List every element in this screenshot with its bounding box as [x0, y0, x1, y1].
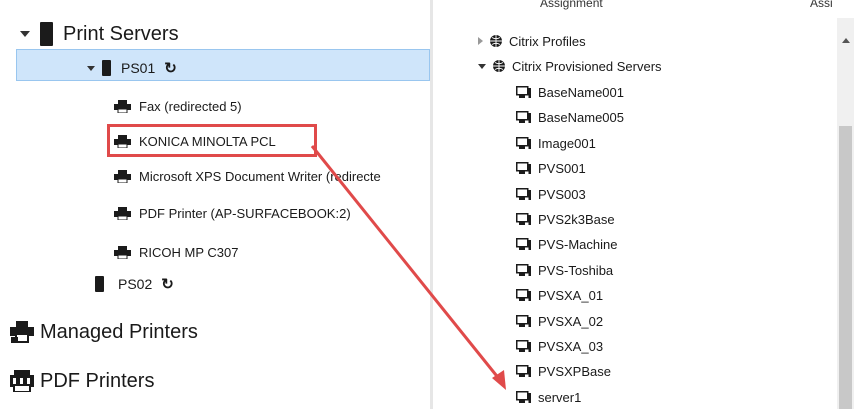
printer-label: Microsoft XPS Document Writer (redirecte: [139, 168, 381, 184]
server-icon: [40, 22, 53, 46]
computer-label: PVS-Toshiba: [538, 262, 614, 278]
managed-printers-icon: [10, 321, 34, 343]
tree-node-label: Managed Printers: [40, 320, 198, 343]
refresh-icon[interactable]: ↻: [164, 61, 177, 76]
tree-node-label: PDF Printers: [40, 369, 155, 392]
expand-arrow-icon[interactable]: [478, 37, 483, 45]
column-header-assi[interactable]: Assi: [810, 0, 833, 10]
printer-item[interactable]: Microsoft XPS Document Writer (redirecte: [114, 166, 381, 186]
tree-node-ps02[interactable]: PS02 ↻: [0, 274, 174, 294]
column-header-assignment[interactable]: Assignment: [540, 0, 603, 10]
collapse-arrow-icon[interactable]: [20, 31, 30, 37]
computer-item[interactable]: PVS2k3Base: [516, 210, 615, 228]
tree-node-citrix-profiles[interactable]: Citrix Profiles: [478, 32, 586, 50]
printer-label: Fax (redirected 5): [139, 98, 242, 114]
tree-node-label: Citrix Profiles: [509, 33, 586, 49]
printer-label: PDF Printer (AP-SURFACEBOOK:2): [139, 205, 351, 221]
computer-item[interactable]: PVSXPBase: [516, 362, 611, 380]
scrollbar-thumb[interactable]: [839, 126, 852, 409]
computer-icon: [516, 364, 531, 377]
computer-icon: [516, 263, 531, 276]
highlight-box: [107, 124, 317, 157]
printer-item[interactable]: Fax (redirected 5): [114, 96, 242, 116]
computer-item[interactable]: PVSXA_02: [516, 312, 603, 330]
computer-icon: [516, 390, 531, 403]
computer-label: PVSXPBase: [538, 363, 611, 379]
globe-icon: [493, 60, 505, 72]
printer-icon: [114, 99, 131, 113]
computer-item[interactable]: PVS-Toshiba: [516, 261, 613, 279]
computer-icon: [516, 187, 531, 200]
computer-icon: [516, 110, 531, 123]
tree-node-ps01[interactable]: PS01 ↻: [0, 58, 177, 78]
printer-item[interactable]: RICOH MP C307: [114, 242, 238, 262]
computer-label: PVS003: [538, 186, 586, 202]
printer-icon: [114, 206, 131, 220]
computer-item[interactable]: Image001: [516, 134, 596, 152]
globe-icon: [490, 35, 502, 47]
computer-icon: [516, 339, 531, 352]
computer-icon: [516, 288, 531, 301]
computer-icon: [516, 212, 531, 225]
vertical-scrollbar[interactable]: [837, 18, 854, 409]
computer-label: BaseName005: [538, 109, 624, 125]
printer-label: RICOH MP C307: [139, 244, 239, 260]
computer-label: PVS001: [538, 160, 586, 176]
computer-icon: [516, 237, 531, 250]
tree-node-label: Citrix Provisioned Servers: [512, 58, 662, 74]
computer-label: PVS-Machine: [538, 236, 618, 252]
computer-label: server1: [538, 389, 582, 405]
computer-item[interactable]: BaseName005: [516, 108, 624, 126]
computer-label: PVS2k3Base: [538, 211, 615, 227]
collapse-arrow-icon[interactable]: [87, 65, 95, 71]
printer-icon: [114, 169, 131, 183]
left-tree-pane: Print Servers PS01 ↻ Fax (redirected 5) …: [0, 0, 430, 409]
computer-label: PVSXA_03: [538, 338, 604, 354]
tree-node-citrix-provisioned-servers[interactable]: Citrix Provisioned Servers: [478, 57, 662, 75]
tree-node-pdf-printers[interactable]: PDF Printers: [0, 367, 154, 395]
computer-label: BaseName001: [538, 84, 624, 100]
tree-node-label: PS01: [121, 60, 156, 76]
refresh-icon[interactable]: ↻: [161, 277, 174, 292]
printer-item[interactable]: PDF Printer (AP-SURFACEBOOK:2): [114, 203, 351, 223]
computer-item[interactable]: BaseName001: [516, 83, 624, 101]
computer-icon: [516, 85, 531, 98]
server-icon: [102, 60, 111, 76]
computer-icon: [516, 161, 531, 174]
computer-item[interactable]: server1: [516, 388, 581, 406]
computer-item[interactable]: PVS-Machine: [516, 235, 617, 253]
tree-node-managed-printers[interactable]: Managed Printers: [0, 318, 198, 346]
computer-label: PVSXA_02: [538, 313, 604, 329]
printer-icon: [114, 245, 131, 259]
computer-item[interactable]: PVS001: [516, 159, 586, 177]
computer-item[interactable]: PVS003: [516, 185, 586, 203]
collapse-arrow-icon[interactable]: [478, 63, 486, 69]
computer-label: Image001: [538, 135, 596, 151]
computer-item[interactable]: PVSXA_01: [516, 286, 603, 304]
computer-icon: [516, 136, 531, 149]
computer-label: PVSXA_01: [538, 287, 604, 303]
tree-node-label: Print Servers: [63, 22, 179, 45]
pdf-printer-icon: [10, 370, 34, 392]
tree-node-print-servers[interactable]: Print Servers: [0, 20, 179, 48]
scroll-up-arrow-icon[interactable]: [842, 38, 850, 43]
computer-icon: [516, 314, 531, 327]
computer-item[interactable]: PVSXA_03: [516, 337, 603, 355]
server-icon: [95, 276, 104, 292]
tree-node-label: PS02: [118, 276, 153, 292]
right-tree-pane: Assignment Assi Citrix Profiles Citrix P…: [433, 0, 854, 409]
